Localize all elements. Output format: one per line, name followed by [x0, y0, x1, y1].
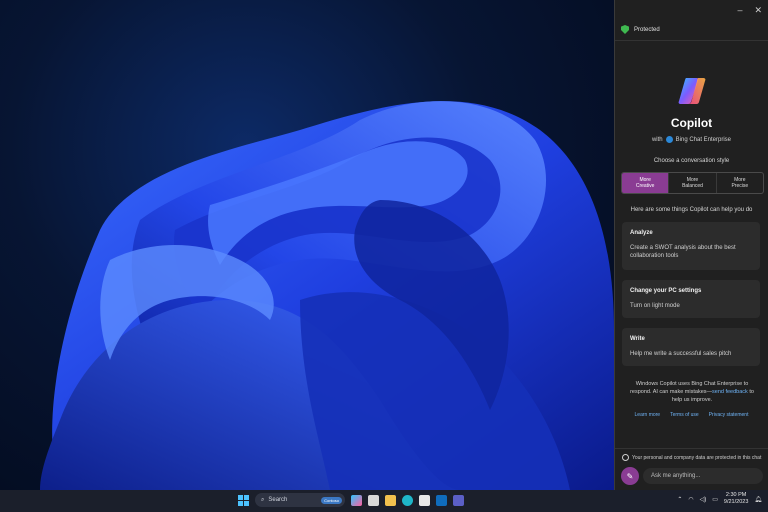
divider	[615, 40, 768, 41]
footer-links: Learn more Terms of use Privacy statemen…	[615, 412, 768, 418]
clock-date: 9/21/2023	[723, 499, 749, 505]
card-body: Help me write a successful sales pitch	[630, 351, 732, 357]
copilot-logo-icon	[678, 78, 706, 104]
close-button[interactable]: ✕	[754, 5, 762, 16]
privacy-note-text: Your personal and company data are prote…	[632, 454, 762, 461]
outlook-icon[interactable]	[436, 494, 447, 506]
notification-bell-icon[interactable]: 🔔︎	[754, 496, 762, 503]
taskbar-search[interactable]: ⌕ Search Contoso	[255, 493, 345, 507]
search-badge: Contoso	[321, 496, 342, 504]
copilot-taskbar-icon[interactable]	[351, 494, 362, 506]
chat-input-row: ✎ Ask me anything...	[621, 467, 763, 485]
app-title: Copilot	[670, 116, 713, 130]
terms-of-use-link[interactable]: Terms of use	[670, 412, 699, 418]
card-heading: Change your PC settings	[630, 288, 702, 294]
suggestion-card-analyze[interactable]: Analyze Create a SWOT analysis about the…	[622, 222, 760, 270]
card-heading: Write	[630, 336, 645, 342]
edge-icon[interactable]	[402, 494, 413, 506]
style-creative-button[interactable]: More Creative	[622, 173, 670, 193]
clock-time: 2:30 PM	[725, 492, 747, 498]
new-topic-button[interactable]: ✎	[621, 467, 639, 485]
style-precise-button[interactable]: More Precise	[717, 173, 763, 193]
conversation-style-selector: More Creative More Balanced More Precise	[621, 172, 764, 194]
protected-label: Protected	[634, 26, 660, 33]
clock[interactable]: 2:30 PM 9/21/2023	[724, 492, 748, 506]
teams-icon[interactable]	[453, 494, 464, 506]
send-feedback-link[interactable]: send feedback	[712, 389, 748, 395]
card-body: Turn on light mode	[630, 303, 680, 309]
shield-icon	[621, 25, 629, 34]
suggestion-card-write[interactable]: Write Help me write a successful sales p…	[622, 328, 760, 366]
search-label: Search	[268, 497, 288, 503]
ask-input[interactable]: Ask me anything...	[643, 468, 763, 484]
intro-text: Here are some things Copilot can help yo…	[630, 207, 753, 213]
system-tray: ⌃ ◠ ◁) ▭ 2:30 PM 9/21/2023 🔔︎	[677, 492, 762, 506]
style-prompt: Choose a conversation style	[653, 158, 730, 164]
chevron-up-icon[interactable]: ⌃	[677, 496, 682, 503]
card-heading: Analyze	[630, 230, 653, 236]
privacy-note: Your personal and company data are prote…	[622, 454, 761, 461]
file-explorer-icon[interactable]	[385, 494, 396, 506]
privacy-statement-link[interactable]: Privacy statement	[709, 412, 749, 418]
disclaimer: Windows Copilot uses Bing Chat Enterpris…	[625, 380, 759, 404]
suggestion-card-pc-settings[interactable]: Change your PC settings Turn on light mo…	[622, 280, 760, 318]
task-view-icon[interactable]	[368, 494, 379, 506]
with-label: with	[651, 136, 663, 143]
bloom-wallpaper-art	[40, 101, 614, 490]
battery-icon[interactable]: ▭	[712, 496, 718, 503]
volume-icon[interactable]: ◁)	[700, 496, 707, 503]
with-bing-chat-enterprise: with Bing Chat Enterprise	[615, 136, 768, 143]
taskbar-center: ⌕ Search Contoso	[238, 493, 464, 507]
network-icon[interactable]: ◠	[688, 496, 693, 503]
with-product: Bing Chat Enterprise	[675, 136, 732, 143]
protected-status: Protected	[621, 25, 660, 34]
card-body: Create a SWOT analysis about the best co…	[630, 245, 736, 259]
panel-titlebar: – ✕	[615, 0, 768, 20]
search-icon: ⌕	[261, 496, 265, 503]
store-icon[interactable]	[419, 494, 430, 506]
start-windows-icon[interactable]	[238, 494, 249, 506]
style-balanced-button[interactable]: More Balanced	[669, 173, 717, 193]
minimize-button[interactable]: –	[737, 5, 742, 15]
learn-more-link[interactable]: Learn more	[635, 412, 661, 418]
copilot-panel: – ✕ Protected Copilot with Bing Chat Ent…	[614, 0, 768, 490]
chat-bubble-icon: ✎	[626, 471, 634, 481]
shield-outline-icon	[622, 454, 629, 461]
divider	[615, 448, 768, 449]
desktop-wallpaper	[0, 0, 614, 490]
taskbar: ⌕ Search Contoso ⌃ ◠ ◁) ▭ 2:30 PM 9/21/2…	[0, 490, 768, 512]
bing-icon	[665, 136, 673, 143]
